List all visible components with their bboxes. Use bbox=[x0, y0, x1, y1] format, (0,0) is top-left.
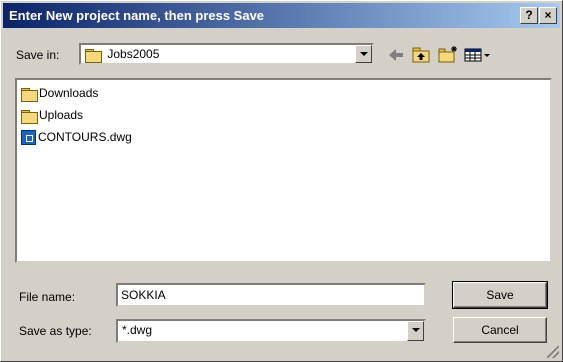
title-bar[interactable]: Enter New project name, then press Save … bbox=[3, 3, 560, 28]
view-menu-button[interactable] bbox=[463, 45, 493, 65]
save-in-label: Save in: bbox=[16, 48, 60, 62]
save-in-dropdown[interactable]: Jobs2005 bbox=[79, 43, 374, 65]
cancel-button[interactable]: Cancel bbox=[453, 317, 547, 343]
up-one-level-button[interactable] bbox=[411, 45, 433, 65]
save-button[interactable]: Save bbox=[452, 281, 548, 309]
chevron-down-icon[interactable] bbox=[407, 321, 424, 341]
save-dialog: Enter New project name, then press Save … bbox=[0, 0, 563, 362]
file-name: Uploads bbox=[39, 108, 84, 122]
folder-icon bbox=[21, 87, 38, 102]
resize-grip[interactable] bbox=[547, 346, 559, 358]
chevron-down-icon[interactable] bbox=[355, 45, 372, 63]
file-name-field[interactable] bbox=[116, 283, 426, 307]
folder-icon bbox=[85, 48, 102, 63]
list-item[interactable]: Downloads bbox=[21, 84, 98, 102]
back-arrow-icon bbox=[389, 49, 403, 61]
file-name-label: File name: bbox=[19, 290, 76, 304]
new-folder-button[interactable] bbox=[437, 45, 459, 65]
view-menu-icon bbox=[464, 48, 490, 62]
file-name: CONTOURS.dwg bbox=[38, 130, 132, 144]
list-item[interactable]: Uploads bbox=[21, 106, 83, 124]
save-as-type-label: Save as type: bbox=[19, 324, 92, 338]
dialog-title: Enter New project name, then press Save bbox=[9, 8, 265, 23]
help-button[interactable]: ? bbox=[520, 7, 538, 24]
save-in-value: Jobs2005 bbox=[107, 47, 160, 61]
up-one-level-icon bbox=[412, 47, 430, 63]
file-name-input[interactable] bbox=[118, 285, 424, 305]
close-button[interactable]: × bbox=[539, 7, 557, 24]
list-item[interactable]: CONTOURS.dwg bbox=[21, 128, 132, 146]
save-as-type-dropdown[interactable]: *.dwg bbox=[116, 319, 426, 343]
file-list[interactable]: Downloads Uploads CONTOURS.dwg bbox=[15, 78, 552, 263]
file-name: Downloads bbox=[39, 86, 99, 100]
dwg-file-icon bbox=[21, 130, 36, 146]
new-folder-icon bbox=[438, 46, 457, 63]
save-as-type-value: *.dwg bbox=[122, 323, 153, 337]
back-button[interactable] bbox=[385, 45, 407, 65]
folder-icon bbox=[21, 109, 38, 124]
